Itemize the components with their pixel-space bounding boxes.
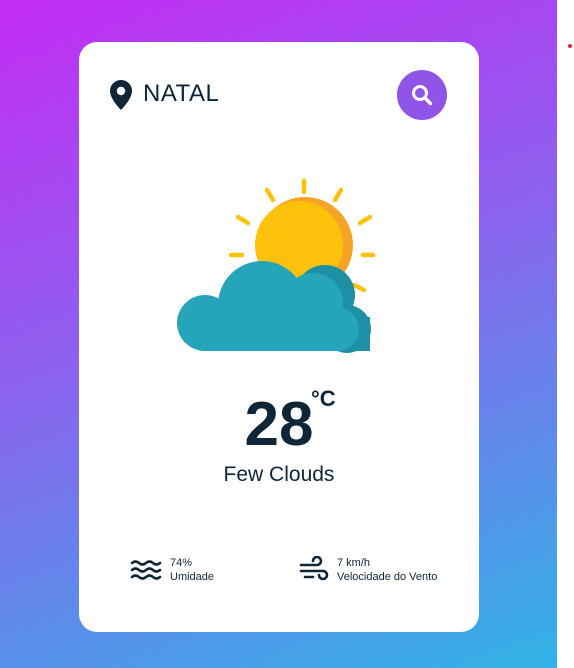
location-pin-icon [110, 80, 132, 110]
weather-description: Few Clouds [223, 463, 335, 486]
sun-behind-cloud-icon [177, 178, 376, 353]
wind-label: Velocidade do Vento [337, 571, 438, 583]
search-button[interactable] [397, 70, 447, 120]
wind-icon [299, 556, 329, 581]
red-dot [568, 44, 572, 48]
waves-icon [130, 560, 162, 580]
wind-value: 7 km/h [337, 557, 371, 569]
city-name: NATAL [143, 80, 220, 107]
wind-stat: 7 km/h Velocidade do Vento [299, 556, 437, 584]
temperature-display: 28 °C [79, 386, 479, 459]
humidity-stat: 74% Umidade [130, 556, 214, 584]
humidity-label: Umidade [170, 571, 215, 583]
humidity-value: 74% [170, 557, 193, 569]
search-icon [412, 85, 433, 106]
weather-card: NATAL 28 °C Few Clouds 74% Umidade 7 km/… [79, 42, 479, 632]
temperature-unit: °C [311, 386, 336, 411]
temperature-value: 28 [244, 390, 314, 459]
